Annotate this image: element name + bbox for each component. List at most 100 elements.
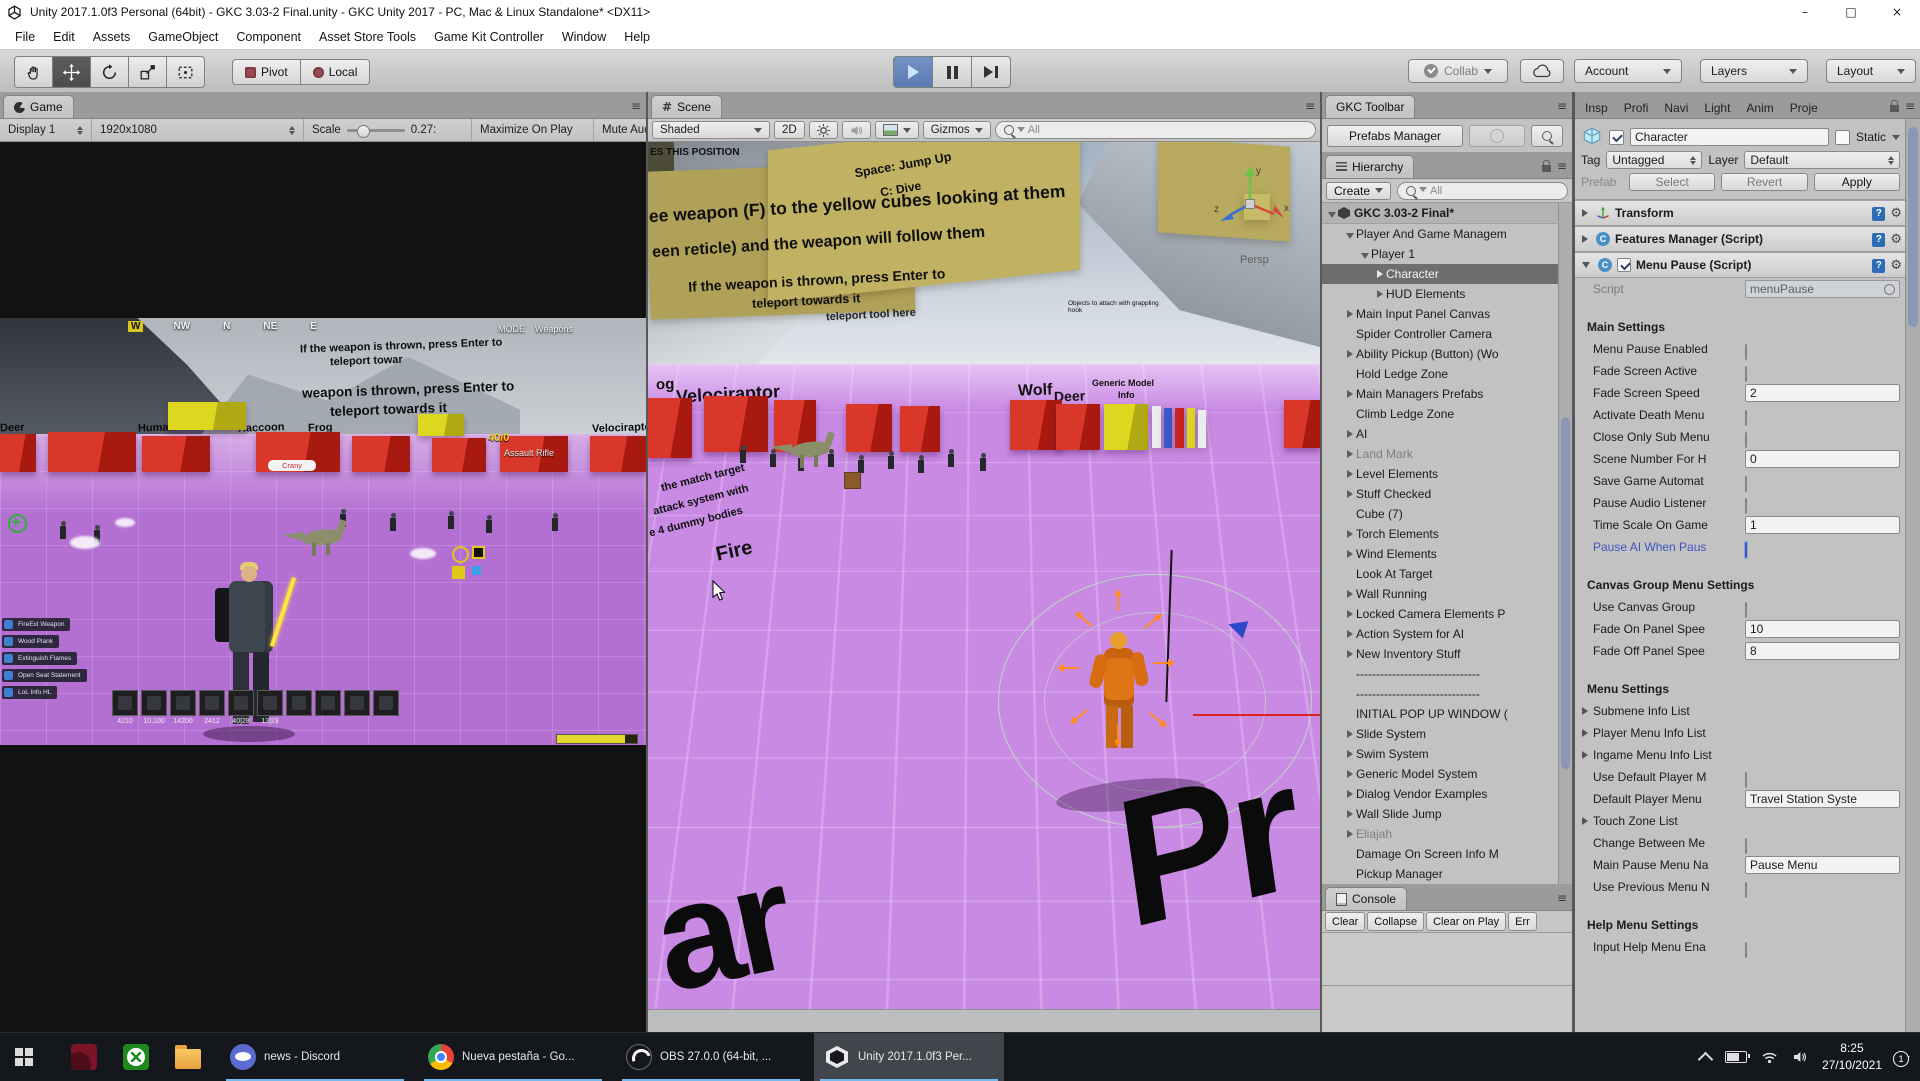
taskbar-app-button[interactable]: Nueva pestaña - Go... bbox=[418, 1033, 608, 1081]
foldout-arrow[interactable] bbox=[1582, 751, 1588, 759]
foldout-arrow[interactable] bbox=[1343, 550, 1356, 558]
foldout-arrow[interactable] bbox=[1343, 730, 1356, 738]
console-log-area[interactable] bbox=[1322, 933, 1572, 1032]
hierarchy-item[interactable]: ------------------------------- bbox=[1322, 664, 1572, 684]
hierarchy-item[interactable]: Hold Ledge Zone bbox=[1322, 364, 1572, 384]
collab-button[interactable]: Collab bbox=[1408, 59, 1508, 83]
scene-orientation-gizmo[interactable]: y x z bbox=[1204, 154, 1296, 246]
panel-menu-icon[interactable]: ≡ bbox=[1305, 99, 1315, 113]
hierarchy-item[interactable]: Player And Game Managem bbox=[1322, 224, 1572, 244]
hierarchy-item[interactable]: Wall Slide Jump bbox=[1322, 804, 1572, 824]
foldout-arrow[interactable] bbox=[1343, 350, 1356, 358]
gameobject-name-field[interactable]: Character bbox=[1630, 128, 1829, 146]
taskbar-pinned-app-1[interactable] bbox=[60, 1033, 108, 1081]
panel-menu-icon[interactable]: ≡ bbox=[1557, 99, 1567, 113]
component-header-transform[interactable]: Transform ?⚙ bbox=[1575, 200, 1906, 226]
taskbar-pinned-xbox[interactable] bbox=[112, 1033, 160, 1081]
hierarchy-item[interactable]: Cube (7) bbox=[1322, 504, 1572, 524]
foldout-arrow[interactable] bbox=[1343, 450, 1356, 458]
prefab-select-button[interactable]: Select bbox=[1629, 173, 1715, 191]
property-value-field[interactable]: 0 bbox=[1745, 450, 1900, 468]
hierarchy-item[interactable]: Character bbox=[1322, 264, 1572, 284]
hierarchy-item[interactable]: Climb Ledge Zone bbox=[1322, 404, 1572, 424]
menu-item[interactable]: Asset Store Tools bbox=[310, 24, 425, 49]
property-value-field[interactable]: 2 bbox=[1745, 384, 1900, 402]
object-reference-field[interactable]: menuPause bbox=[1745, 280, 1900, 298]
hierarchy-item[interactable]: Action System for AI bbox=[1322, 624, 1572, 644]
foldout-arrow[interactable] bbox=[1343, 650, 1356, 658]
hierarchy-item[interactable]: Look At Target bbox=[1322, 564, 1572, 584]
property-checkbox[interactable] bbox=[1745, 879, 1747, 901]
move-tool-button[interactable] bbox=[53, 56, 91, 88]
inspector-tab[interactable]: Insp bbox=[1577, 97, 1616, 118]
panel-menu-icon[interactable]: ≡ bbox=[1905, 99, 1915, 113]
property-value-field[interactable]: Travel Station Syste bbox=[1745, 790, 1900, 808]
taskbar-clock[interactable]: 8:25 27/10/2021 bbox=[1822, 1040, 1882, 1075]
perspective-label[interactable]: Persp bbox=[1240, 254, 1269, 266]
mute-audio-button[interactable]: Mute Audi bbox=[594, 119, 646, 141]
start-button[interactable] bbox=[0, 1033, 48, 1081]
menu-item[interactable]: Assets bbox=[84, 24, 140, 49]
pause-button[interactable] bbox=[933, 56, 972, 88]
gear-icon[interactable]: ⚙ bbox=[1890, 258, 1902, 273]
hierarchy-item[interactable]: INITIAL POP UP WINDOW ( bbox=[1322, 704, 1572, 724]
chevron-down-icon[interactable] bbox=[1892, 135, 1900, 144]
hierarchy-item[interactable]: Pickup Manager bbox=[1322, 864, 1572, 884]
scrollbar-thumb[interactable] bbox=[1908, 127, 1918, 327]
hierarchy-item[interactable]: GKC 3.03-2 Final* bbox=[1322, 203, 1572, 224]
resolution-dropdown[interactable]: 1920x1080 bbox=[92, 119, 304, 141]
taskbar-app-button[interactable]: news - Discord bbox=[220, 1033, 410, 1081]
panel-menu-icon[interactable]: ≡ bbox=[1557, 891, 1567, 905]
menu-item[interactable]: Edit bbox=[44, 24, 84, 49]
foldout-arrow[interactable] bbox=[1343, 530, 1356, 538]
local-toggle-button[interactable]: Local bbox=[301, 59, 371, 85]
console-toolbar-button[interactable]: Clear on Play bbox=[1426, 912, 1506, 931]
tab-scene[interactable]: #Scene bbox=[651, 95, 722, 118]
menu-item[interactable]: Game Kit Controller bbox=[425, 24, 553, 49]
battery-icon[interactable] bbox=[1725, 1051, 1747, 1063]
foldout-arrow[interactable] bbox=[1373, 270, 1386, 278]
wifi-icon[interactable] bbox=[1761, 1050, 1778, 1064]
help-icon[interactable]: ? bbox=[1872, 233, 1885, 247]
hierarchy-item[interactable]: Wall Running bbox=[1322, 584, 1572, 604]
inspector-tab[interactable]: Profi bbox=[1616, 97, 1657, 118]
hierarchy-item[interactable]: Main Input Panel Canvas bbox=[1322, 304, 1572, 324]
property-checkbox[interactable] bbox=[1745, 539, 1747, 561]
foldout-arrow[interactable] bbox=[1343, 230, 1356, 239]
hierarchy-item[interactable]: Wind Elements bbox=[1322, 544, 1572, 564]
foldout-arrow[interactable] bbox=[1343, 770, 1356, 778]
foldout-arrow[interactable] bbox=[1582, 729, 1588, 737]
inspector-tab[interactable]: Navi bbox=[1656, 97, 1696, 118]
hierarchy-item[interactable]: Stuff Checked bbox=[1322, 484, 1572, 504]
gear-icon[interactable]: ⚙ bbox=[1890, 232, 1902, 247]
console-toolbar-button[interactable]: Collapse bbox=[1367, 912, 1424, 931]
hierarchy-scrollbar[interactable] bbox=[1558, 203, 1572, 884]
rect-tool-button[interactable] bbox=[167, 56, 205, 88]
hierarchy-item[interactable]: Main Managers Prefabs bbox=[1322, 384, 1572, 404]
create-dropdown[interactable]: Create bbox=[1326, 182, 1391, 200]
foldout-arrow[interactable] bbox=[1358, 250, 1371, 259]
hierarchy-item[interactable]: Slide System bbox=[1322, 724, 1572, 744]
hierarchy-item[interactable]: Dialog Vendor Examples bbox=[1322, 784, 1572, 804]
scene-lighting-button[interactable] bbox=[809, 121, 838, 139]
help-icon[interactable]: ? bbox=[1872, 259, 1885, 273]
lock-icon[interactable] bbox=[1890, 105, 1899, 112]
tray-expand-icon[interactable] bbox=[1698, 1051, 1714, 1067]
hierarchy-item[interactable]: AI bbox=[1322, 424, 1572, 444]
foldout-arrow[interactable] bbox=[1343, 750, 1356, 758]
hierarchy-item[interactable]: Ability Pickup (Button) (Wo bbox=[1322, 344, 1572, 364]
scene-search-input[interactable]: All bbox=[995, 121, 1316, 139]
foldout-arrow[interactable] bbox=[1373, 290, 1386, 298]
scale-slider[interactable] bbox=[347, 129, 405, 132]
gear-icon[interactable]: ⚙ bbox=[1890, 206, 1902, 221]
tab-console[interactable]: Console bbox=[1325, 887, 1407, 910]
tab-game[interactable]: Game bbox=[3, 95, 74, 118]
play-button[interactable] bbox=[893, 56, 933, 88]
component-header-menu-pause[interactable]: C Menu Pause (Script) ?⚙ bbox=[1575, 252, 1906, 278]
hierarchy-item[interactable]: Locked Camera Elements P bbox=[1322, 604, 1572, 624]
static-checkbox[interactable] bbox=[1835, 130, 1850, 145]
gizmos-dropdown[interactable]: Gizmos bbox=[923, 121, 991, 139]
taskbar-app-button[interactable]: Unity 2017.1.0f3 Per... bbox=[814, 1033, 1004, 1081]
foldout-arrow[interactable] bbox=[1343, 810, 1356, 818]
foldout-arrow[interactable] bbox=[1582, 262, 1590, 268]
